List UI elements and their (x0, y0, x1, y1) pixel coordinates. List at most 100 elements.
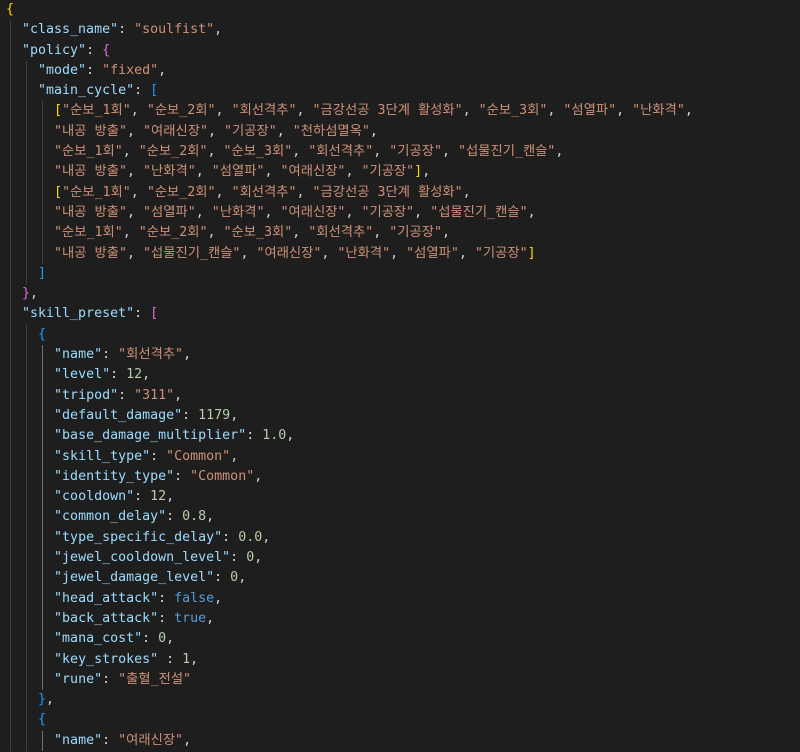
code-line[interactable]: "name": "여래신장", (0, 730, 800, 751)
code-token: "기공장" (223, 123, 277, 139)
code-token: "내공 방출" (54, 123, 127, 139)
code-token: "policy" (22, 42, 87, 58)
code-token: , (195, 164, 212, 180)
indent-guide (26, 243, 27, 264)
code-line[interactable]: { (0, 0, 800, 20)
code-token: "base_damage_multiplier" (54, 428, 247, 444)
indent-guide (26, 507, 27, 528)
code-token: , (292, 144, 309, 160)
code-token: : (158, 651, 183, 667)
code-editor[interactable]: { "class_name": "soulfist", "policy": { … (0, 0, 800, 752)
code-token: , (616, 103, 633, 119)
code-line[interactable]: "내공 방출", "섭물진기_캔슬", "여래신장", "난화격", "섬열파"… (0, 243, 800, 264)
code-token: : (118, 22, 135, 38)
code-token: , (46, 692, 55, 708)
indent-guide (10, 121, 11, 143)
code-token: "여래신장" (280, 204, 346, 220)
code-line[interactable]: { (0, 324, 800, 346)
code-token: "순보_2회" (146, 103, 216, 119)
code-line[interactable]: "순보_1회", "순보_2회", "순보_3회", "회선격추", "기공장"… (0, 142, 800, 163)
indent-guide (26, 263, 27, 285)
code-token: , (441, 144, 458, 160)
indent-guide (10, 568, 11, 589)
code-line[interactable]: }, (0, 284, 800, 305)
code-token: "type_specific_delay" (54, 529, 223, 545)
code-token: : (158, 610, 175, 626)
code-token: "back_attack" (54, 610, 159, 626)
code-line[interactable]: "tripod": "311", (0, 385, 800, 406)
code-line[interactable]: "내공 방출", "난화격", "섬열파", "여래신장", "기공장"], (0, 162, 800, 183)
code-line[interactable]: ] (0, 263, 800, 285)
code-line[interactable]: "skill_preset": [ (0, 304, 800, 325)
indent-guide (42, 243, 43, 264)
code-token: "순보_2회" (138, 225, 208, 241)
code-line[interactable]: ["순보_1회", "순보_2회", "회선격추", "금강선공 3단계 활성화… (0, 101, 800, 122)
code-token: "순보_1회" (62, 103, 131, 119)
code-line[interactable]: "identity_type": "Common", (0, 466, 800, 488)
code-line[interactable]: "key_strokes" : 1, (0, 649, 800, 670)
code-line[interactable]: "class_name": "soulfist", (0, 20, 800, 41)
code-token: 1179 (198, 407, 231, 423)
indent-guide (42, 405, 43, 427)
code-line[interactable]: "mana_cost": 0, (0, 629, 800, 650)
code-token: : (134, 489, 151, 505)
code-line[interactable]: "내공 방출", "섬열파", "난화격", "여래신장", "기공장", "섭… (0, 202, 800, 224)
code-token: "순보_2회" (138, 144, 208, 160)
code-line[interactable]: "순보_1회", "순보_2회", "순보_3회", "회선격추", "기공장"… (0, 223, 800, 244)
indent-guide (10, 487, 11, 508)
code-line[interactable]: "common_delay": 0.8, (0, 507, 800, 528)
code-line[interactable]: "내공 방출", "여래신장", "기공장", "천하섬멸옥", (0, 121, 800, 143)
indent-guide (42, 426, 43, 447)
code-token: 12 (126, 367, 143, 383)
code-line[interactable]: "policy": { (0, 40, 800, 61)
code-line[interactable]: "cooldown": 12, (0, 487, 800, 508)
indent-guide (26, 487, 27, 508)
code-line[interactable]: "back_attack": true, (0, 608, 800, 630)
indent-guide (42, 730, 43, 751)
code-token: "default_damage" (54, 407, 183, 423)
indent-guide (42, 385, 43, 406)
code-line[interactable]: "jewel_cooldown_level": 0, (0, 548, 800, 569)
indent-guide (42, 568, 43, 589)
code-token: , (122, 144, 139, 160)
code-line[interactable]: "default_damage": 1179, (0, 405, 800, 427)
code-token: , (183, 732, 192, 748)
code-token: , (215, 184, 232, 200)
code-token: "key_strokes" (54, 651, 159, 667)
code-line[interactable]: "head_attack": false, (0, 588, 800, 609)
indent-guide (10, 405, 11, 427)
code-token: : (102, 671, 119, 687)
code-token: , (296, 184, 313, 200)
indent-guide (42, 466, 43, 488)
code-token: "skill_type" (54, 448, 151, 464)
code-token: : (110, 367, 127, 383)
indent-guide (10, 548, 11, 569)
code-line[interactable]: "rune": "출혈_전설" (0, 669, 800, 691)
code-line[interactable]: "base_damage_multiplier": 1.0, (0, 426, 800, 447)
code-token: , (390, 245, 407, 261)
code-token: , (230, 407, 239, 423)
code-line[interactable]: "name": "회선격추", (0, 345, 800, 366)
code-token: false (174, 590, 215, 606)
code-line[interactable]: "type_specific_delay": 0.0, (0, 527, 800, 549)
code-line[interactable]: "main_cycle": [ (0, 81, 800, 102)
code-token: "난화격" (143, 164, 196, 180)
code-line[interactable]: "skill_type": "Common", (0, 446, 800, 467)
code-line[interactable]: ["순보_1회", "순보_2회", "회선격추", "금강선공 3단계 활성화… (0, 182, 800, 203)
code-line[interactable]: { (0, 710, 800, 731)
code-token: "rune" (54, 671, 103, 687)
code-line[interactable]: "jewel_damage_level": 0, (0, 568, 800, 589)
code-line[interactable]: "mode": "fixed", (0, 60, 800, 82)
indent-guide (42, 588, 43, 609)
code-token: } (22, 286, 31, 302)
code-line[interactable]: "level": 12, (0, 365, 800, 386)
code-token: "여래신장" (256, 245, 322, 261)
indent-guide (42, 223, 43, 244)
code-token: "난화격" (211, 204, 265, 220)
code-line[interactable]: }, (0, 690, 800, 711)
